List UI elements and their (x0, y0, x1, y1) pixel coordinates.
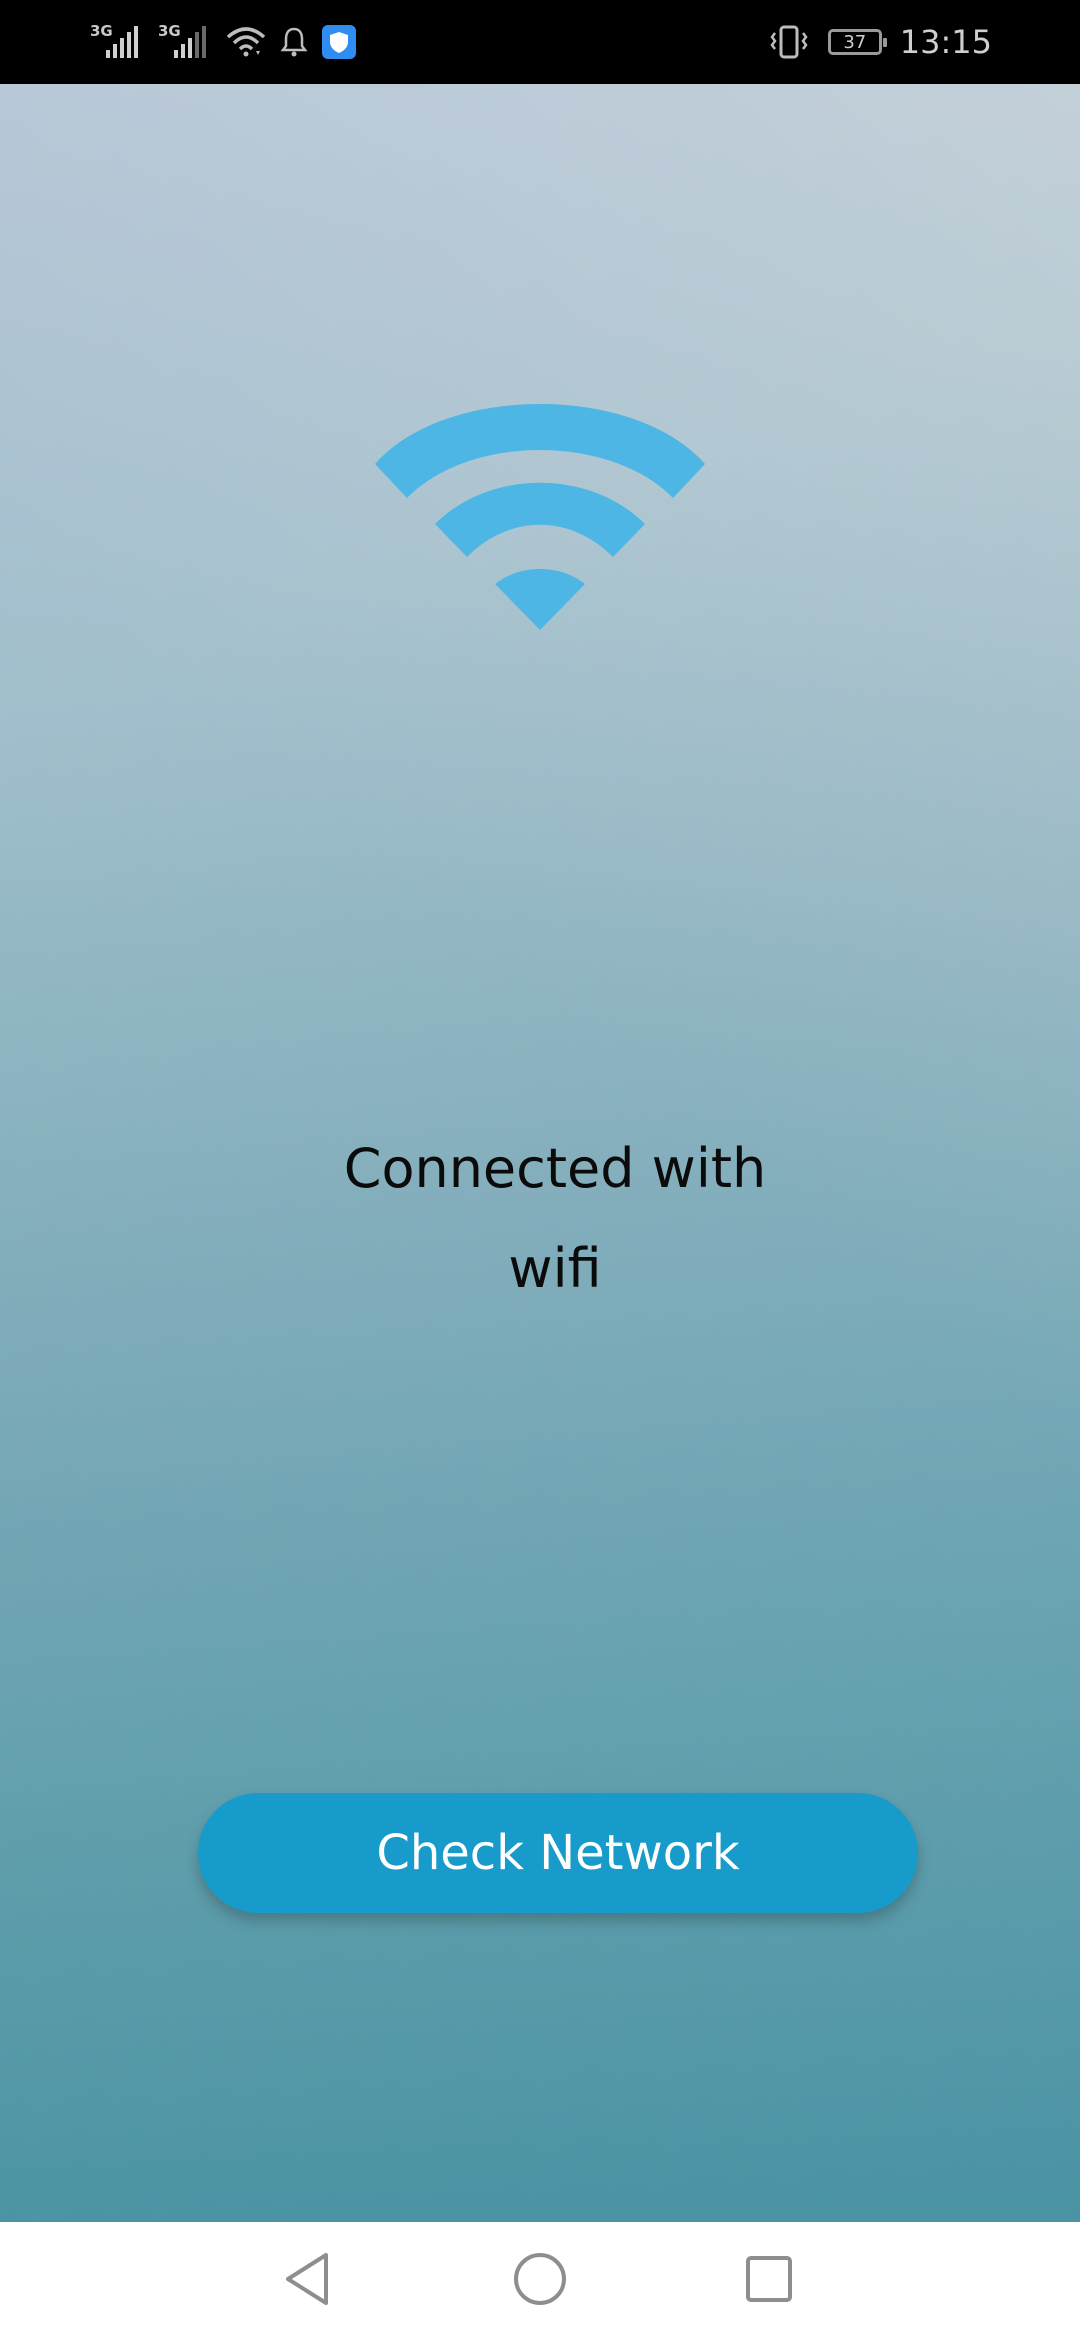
status-bar-right: 37 13:15 (768, 18, 992, 66)
back-button[interactable] (273, 2244, 343, 2314)
main-content: Connected with wifi Check Network (0, 84, 1080, 2222)
signal-sim1-icon: 3G (90, 22, 144, 62)
battery-level: 37 (843, 31, 867, 53)
status-bar-left: 3G 3G (90, 18, 356, 66)
home-icon (514, 2253, 566, 2305)
vibrate-icon (770, 25, 808, 59)
clock: 13:15 (899, 23, 992, 61)
home-button[interactable] (505, 2244, 575, 2314)
status-line-1: Connected with (343, 1137, 767, 1200)
bell-icon (280, 27, 308, 57)
signal-sim2-icon: 3G (158, 22, 212, 62)
wifi-status-icon (226, 27, 266, 57)
shield-app-icon (322, 25, 356, 59)
battery-icon: 37 (827, 29, 887, 55)
recents-button[interactable] (734, 2244, 804, 2314)
recents-icon (746, 2256, 792, 2302)
status-bar: 3G 3G 37 13:15 (0, 0, 1080, 84)
check-network-button[interactable]: Check Network (198, 1793, 918, 1913)
wifi-icon (375, 404, 705, 630)
back-icon (286, 2253, 328, 2305)
screen: 3G 3G 37 13:15 Connected with wifi Check… (0, 0, 1080, 2340)
connection-status-text: Connected with wifi (300, 1119, 810, 1319)
status-line-2: wifi (508, 1237, 602, 1300)
navigation-bar (0, 2222, 1080, 2340)
